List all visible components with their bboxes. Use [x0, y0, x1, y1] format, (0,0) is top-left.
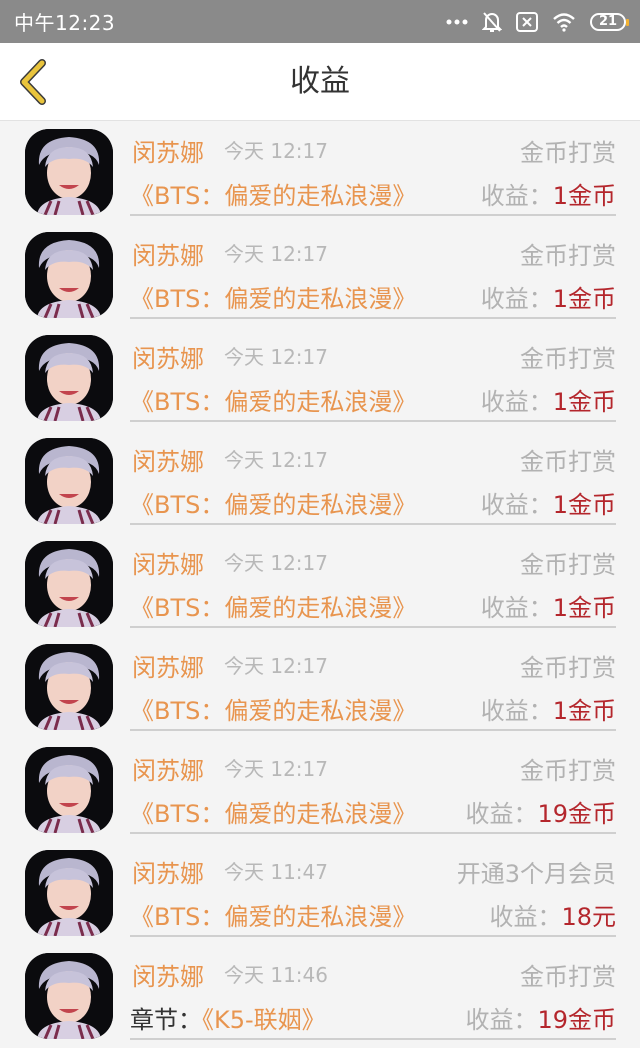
book-title: 《BTS：偏爱的走私浪漫》 [130, 903, 417, 931]
income-amount: 收益：19金币 [465, 1006, 616, 1034]
book-title: 《BTS：偏爱的走私浪漫》 [130, 491, 417, 519]
list-item[interactable]: 闵苏娜 今天 12:17 金币打赏 《BTS：偏爱的走私浪漫》 收益：1金币 [0, 430, 640, 533]
income-amount: 收益：1金币 [480, 182, 616, 210]
user-name: 闵苏娜 [132, 242, 204, 270]
record-content: 闵苏娜 今天 12:17 金币打赏 《BTS：偏爱的走私浪漫》 收益：1金币 [130, 533, 616, 628]
sim-x-icon [516, 11, 538, 32]
status-time: 中午12:23 [14, 11, 116, 35]
avatar[interactable] [25, 232, 113, 318]
list-item[interactable]: 闵苏娜 今天 12:17 金币打赏 《BTS：偏爱的走私浪漫》 收益：1金币 [0, 533, 640, 636]
record-time: 今天 12:17 [224, 654, 328, 678]
battery-level: 21 [598, 14, 618, 29]
book-title: 《BTS：偏爱的走私浪漫》 [130, 697, 417, 725]
record-content: 闵苏娜 今天 12:17 金币打赏 《BTS：偏爱的走私浪漫》 收益：1金币 [130, 430, 616, 525]
record-content: 闵苏娜 今天 11:46 金币打赏 章节：《K5-联姻》 收益：19金币 [130, 945, 616, 1040]
avatar[interactable] [25, 850, 113, 936]
record-type: 开通3个月会员 [456, 860, 616, 888]
record-type: 金币打赏 [520, 139, 616, 167]
list-item[interactable]: 闵苏娜 今天 12:17 金币打赏 《BTS：偏爱的走私浪漫》 收益：19金币 [0, 739, 640, 842]
record-type: 金币打赏 [520, 757, 616, 785]
income-amount: 收益：1金币 [480, 491, 616, 519]
avatar[interactable] [25, 953, 113, 1039]
book-title: 章节：《K5-联姻》 [130, 1006, 326, 1034]
avatar[interactable] [25, 129, 113, 215]
list-item[interactable]: 闵苏娜 今天 11:47 开通3个月会员 《BTS：偏爱的走私浪漫》 收益：18… [0, 842, 640, 945]
user-name: 闵苏娜 [132, 345, 204, 373]
user-name: 闵苏娜 [132, 860, 204, 888]
book-title: 《BTS：偏爱的走私浪漫》 [130, 182, 417, 210]
avatar[interactable] [25, 541, 113, 627]
user-name: 闵苏娜 [132, 139, 204, 167]
bell-muted-icon [482, 11, 502, 32]
user-name: 闵苏娜 [132, 963, 204, 991]
record-time: 今天 11:46 [224, 963, 328, 987]
user-name: 闵苏娜 [132, 448, 204, 476]
list-item[interactable]: 闵苏娜 今天 12:17 金币打赏 《BTS：偏爱的走私浪漫》 收益：1金币 [0, 636, 640, 739]
book-title: 《BTS：偏爱的走私浪漫》 [130, 594, 417, 622]
record-time: 今天 12:17 [224, 242, 328, 266]
status-icons: 21 [446, 11, 629, 33]
wifi-icon [553, 12, 575, 32]
record-content: 闵苏娜 今天 11:47 开通3个月会员 《BTS：偏爱的走私浪漫》 收益：18… [130, 842, 616, 937]
record-time: 今天 12:17 [224, 551, 328, 575]
list-item[interactable]: 闵苏娜 今天 11:46 金币打赏 章节：《K5-联姻》 收益：19金币 [0, 945, 640, 1048]
list-item[interactable]: 闵苏娜 今天 12:17 金币打赏 《BTS：偏爱的走私浪漫》 收益：1金币 [0, 327, 640, 430]
record-time: 今天 11:47 [224, 860, 328, 884]
income-amount: 收益：19金币 [465, 800, 616, 828]
record-content: 闵苏娜 今天 12:17 金币打赏 《BTS：偏爱的走私浪漫》 收益：1金币 [130, 636, 616, 731]
record-time: 今天 12:17 [224, 139, 328, 163]
income-amount: 收益：18元 [489, 903, 616, 931]
record-content: 闵苏娜 今天 12:17 金币打赏 《BTS：偏爱的走私浪漫》 收益：1金币 [130, 327, 616, 422]
record-type: 金币打赏 [520, 654, 616, 682]
record-type: 金币打赏 [520, 448, 616, 476]
income-amount: 收益：1金币 [480, 285, 616, 313]
avatar[interactable] [25, 335, 113, 421]
status-bar: 中午12:23 21 [0, 0, 640, 43]
income-amount: 收益：1金币 [480, 697, 616, 725]
record-time: 今天 12:17 [224, 757, 328, 781]
record-type: 金币打赏 [520, 963, 616, 991]
nav-bar: 收益 [0, 43, 640, 121]
user-name: 闵苏娜 [132, 757, 204, 785]
income-amount: 收益：1金币 [480, 594, 616, 622]
user-name: 闵苏娜 [132, 654, 204, 682]
record-type: 金币打赏 [520, 345, 616, 373]
user-name: 闵苏娜 [132, 551, 204, 579]
record-time: 今天 12:17 [224, 345, 328, 369]
income-amount: 收益：1金币 [480, 388, 616, 416]
record-time: 今天 12:17 [224, 448, 328, 472]
book-title: 《BTS：偏爱的走私浪漫》 [130, 800, 417, 828]
record-content: 闵苏娜 今天 12:17 金币打赏 《BTS：偏爱的走私浪漫》 收益：19金币 [130, 739, 616, 834]
record-type: 金币打赏 [520, 242, 616, 270]
avatar[interactable] [25, 644, 113, 730]
record-content: 闵苏娜 今天 12:17 金币打赏 《BTS：偏爱的走私浪漫》 收益：1金币 [130, 224, 616, 319]
book-title: 《BTS：偏爱的走私浪漫》 [130, 388, 417, 416]
more-dots-icon [446, 19, 468, 24]
income-list: 闵苏娜 今天 12:17 金币打赏 《BTS：偏爱的走私浪漫》 收益：1金币 闵… [0, 121, 640, 1048]
battery-icon: 21 [590, 12, 629, 31]
record-content: 闵苏娜 今天 12:17 金币打赏 《BTS：偏爱的走私浪漫》 收益：1金币 [130, 121, 616, 216]
book-title: 《BTS：偏爱的走私浪漫》 [130, 285, 417, 313]
page-title: 收益 [290, 64, 350, 99]
record-type: 金币打赏 [520, 551, 616, 579]
list-item[interactable]: 闵苏娜 今天 12:17 金币打赏 《BTS：偏爱的走私浪漫》 收益：1金币 [0, 224, 640, 327]
list-item[interactable]: 闵苏娜 今天 12:17 金币打赏 《BTS：偏爱的走私浪漫》 收益：1金币 [0, 121, 640, 224]
avatar[interactable] [25, 747, 113, 833]
avatar[interactable] [25, 438, 113, 524]
